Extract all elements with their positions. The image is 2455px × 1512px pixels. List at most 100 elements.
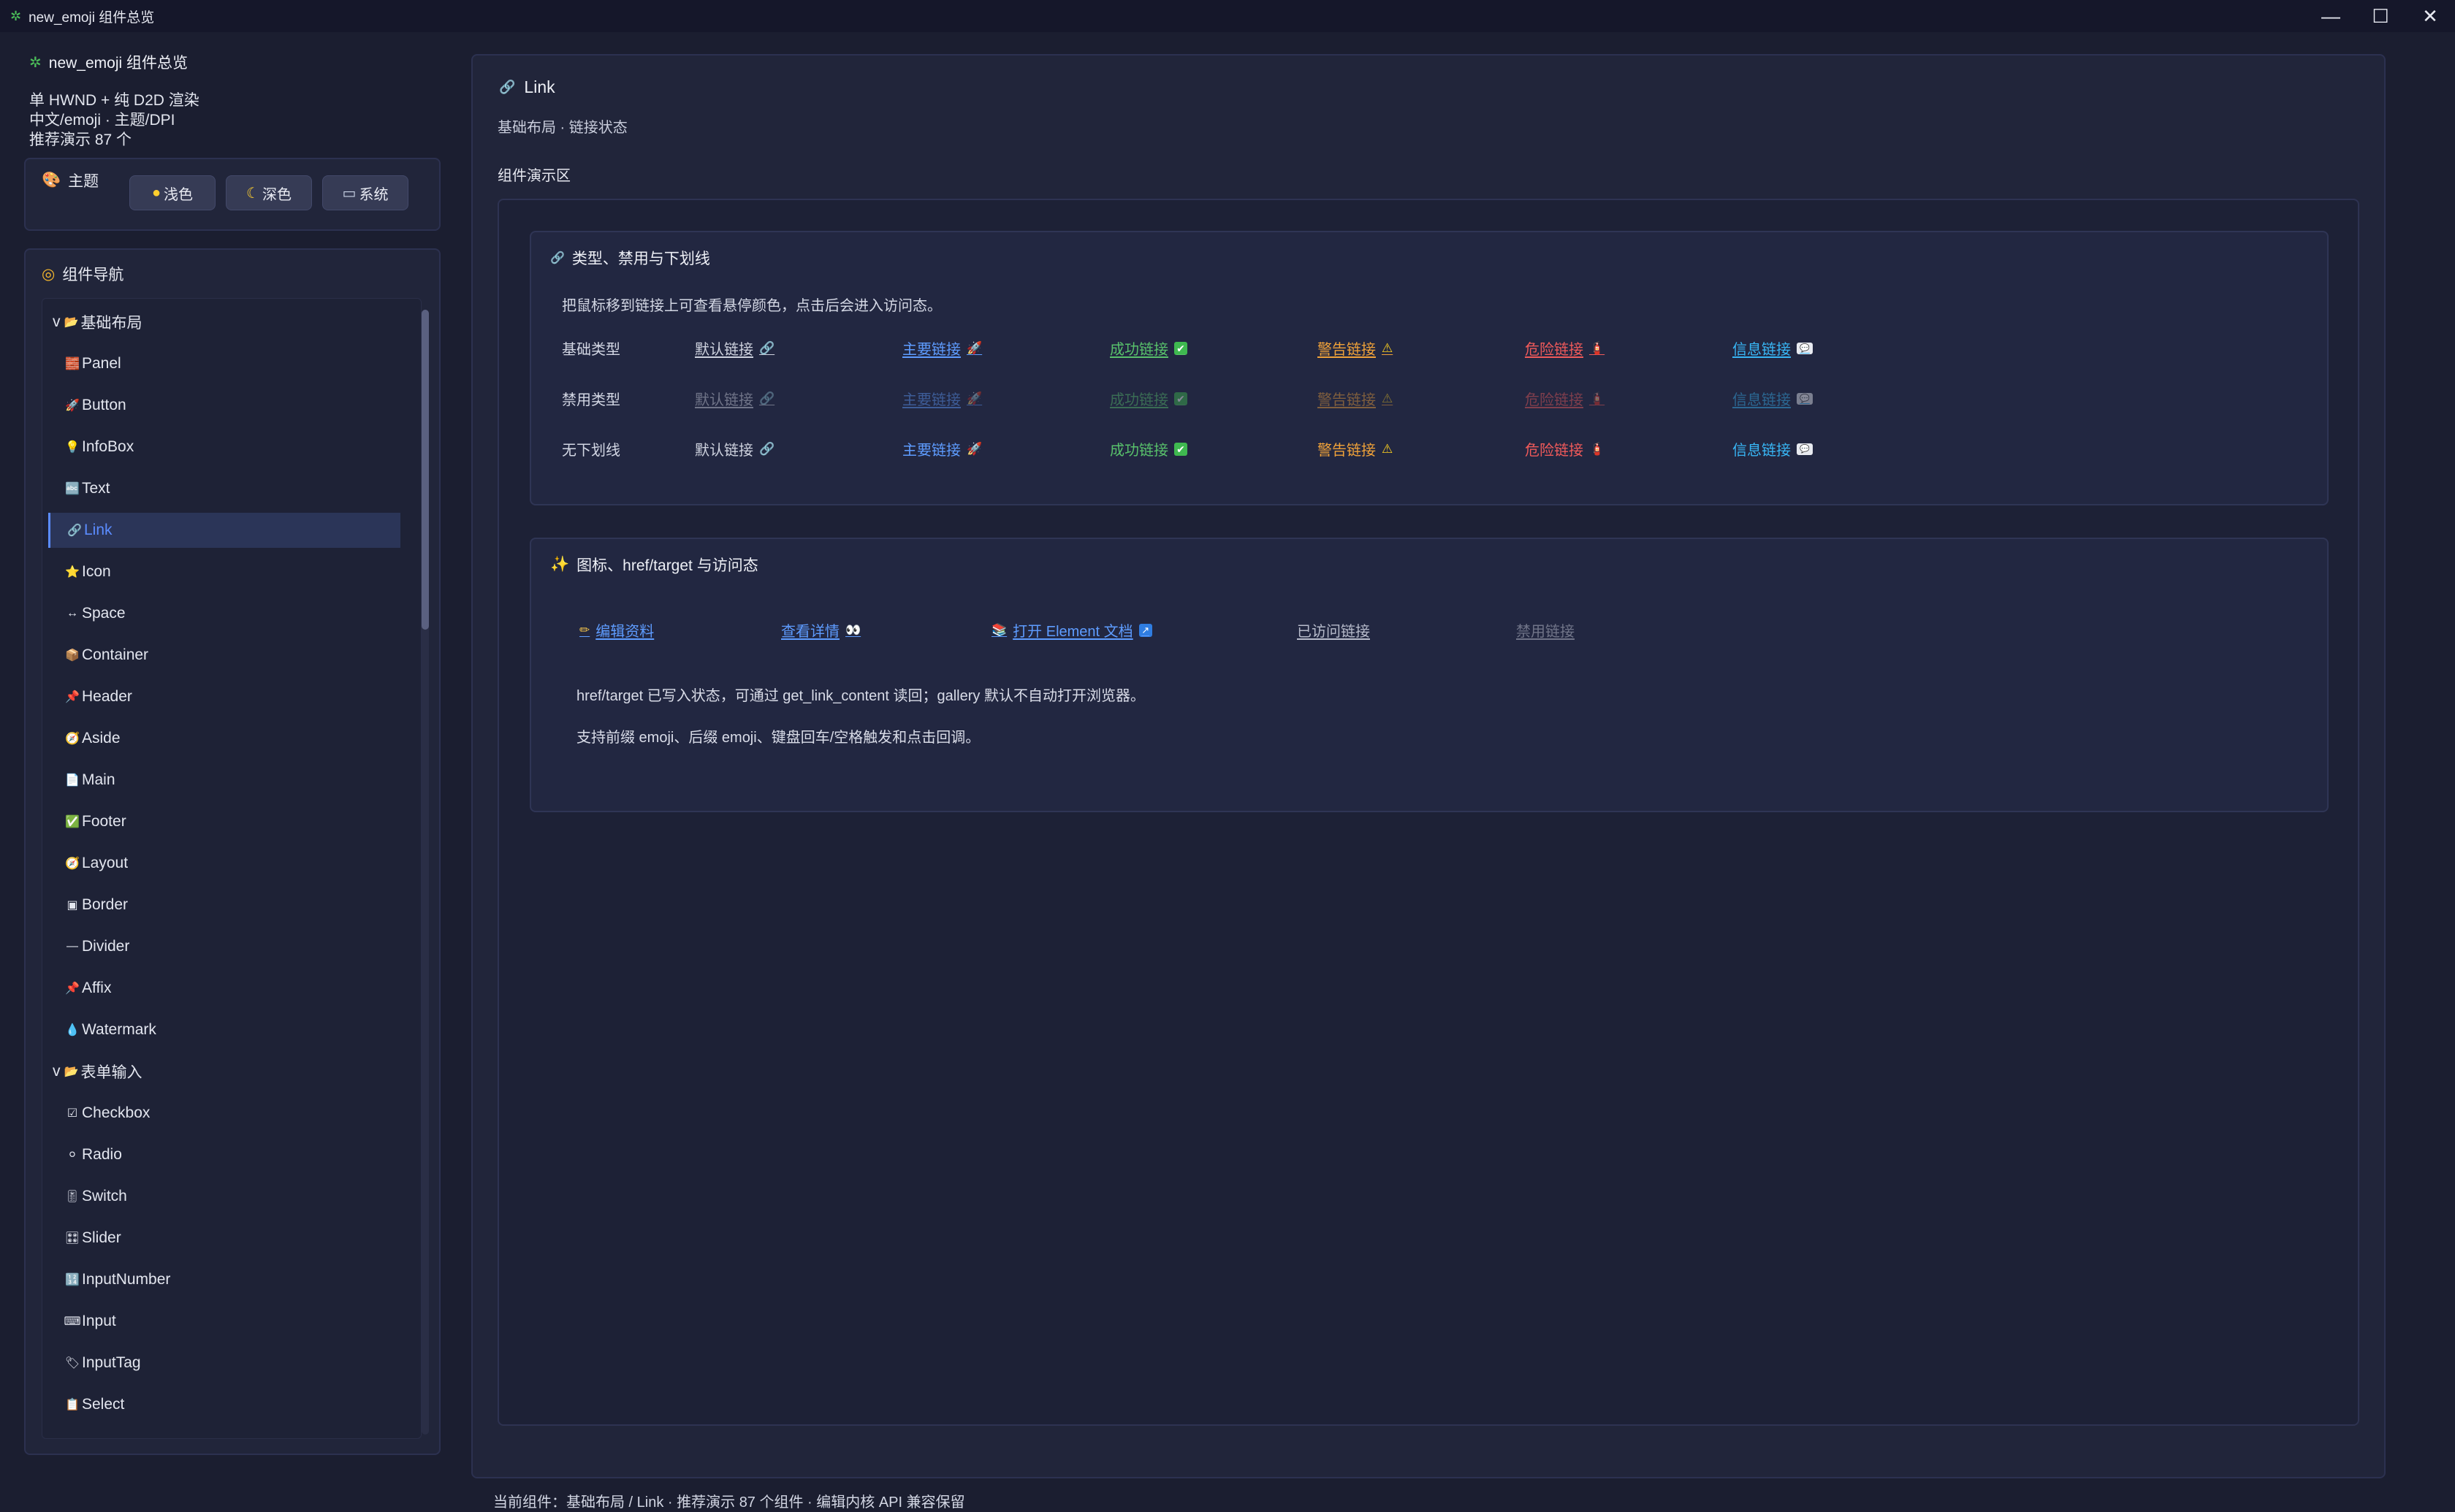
nav-item-inputnumber[interactable]: 🔢 InputNumber (48, 1262, 400, 1297)
info-line: 中文/emoji · 主题/DPI (29, 112, 175, 129)
row-label: 基础类型 (562, 342, 620, 358)
nav-item-button[interactable]: 🚀 Button (48, 388, 400, 423)
nav-item-label: Main (82, 771, 115, 788)
default-link[interactable]: 默认链接 🔗 (695, 337, 774, 359)
nav-item-text[interactable]: 🔤 Text (48, 471, 400, 506)
info-line: 单 HWND + 纯 D2D 渲染 (29, 92, 199, 109)
nav-item-input[interactable]: ⌨ Input (48, 1304, 400, 1339)
danger-link[interactable]: 危险链接 🧯 (1525, 438, 1605, 459)
rocket-icon: 🚀 (967, 441, 983, 456)
info-link: 信息链接 💬 (1732, 388, 1813, 409)
link-label: 成功链接 (1110, 342, 1168, 358)
nav-item-label: Icon (82, 563, 111, 580)
warning-link[interactable]: 警告链接 ⚠ (1317, 438, 1393, 459)
nav-item-affix[interactable]: 📌 Affix (48, 971, 400, 1006)
rocket-icon: 🚀 (967, 391, 983, 405)
link-icon: 🔗 (759, 441, 775, 456)
theme-dark-button[interactable]: ☾ 深色 (226, 175, 312, 210)
edit-profile-link[interactable]: ✏ 编辑资料 (579, 619, 654, 641)
default-link[interactable]: 默认链接 🔗 (695, 438, 774, 459)
component-icon: ↔ (66, 607, 78, 619)
check-icon: ✔ (1174, 341, 1187, 355)
status-bar: 当前组件：基础布局 / Link · 推荐演示 87 个组件 · 编辑内核 AP… (493, 1494, 965, 1511)
danger-link[interactable]: 危险链接 🧯 (1525, 337, 1605, 359)
nav-item-aside[interactable]: 🧭 Aside (48, 721, 400, 756)
nav-item-label: Aside (82, 730, 121, 747)
chevron-down-icon[interactable]: v (53, 1063, 61, 1080)
nav-scrollbar[interactable] (422, 310, 429, 1435)
maximize-icon[interactable]: ☐ (2356, 0, 2405, 32)
app-icon: ✲ (10, 8, 22, 23)
theme-system-button[interactable]: ▭ 系统 (322, 175, 408, 210)
nav-item-select[interactable]: 📋 Select (48, 1387, 400, 1422)
nav-item-label: InputTag (82, 1354, 141, 1371)
nav-item-radio[interactable]: ⚪ Radio (48, 1137, 400, 1172)
nav-item-label: Checkbox (82, 1104, 151, 1121)
theme-light-button[interactable]: ● 浅色 (129, 175, 216, 210)
nav-item-label: Space (82, 605, 126, 622)
nav-tree[interactable]: v 📂 基础布局 🧱 Panel 🚀 Button 💡 InfoBox 🔤 Text 🔗 Link ⭐ Ic… (42, 298, 422, 1439)
link-icon: 🔗 (759, 340, 775, 355)
speech-bubble-icon: 💬 (1797, 443, 1813, 455)
nav-item-space[interactable]: ↔ Space (48, 596, 400, 631)
open-docs-link[interactable]: 📚 打开 Element 文档 ↗ (991, 619, 1152, 641)
minimize-icon[interactable]: — (2306, 0, 2356, 32)
chevron-down-icon[interactable]: v (53, 313, 61, 331)
primary-link: 主要链接 🚀 (902, 388, 982, 409)
scrollbar-thumb[interactable] (422, 310, 429, 630)
nav-item-label: Footer (82, 813, 126, 830)
nav-item-label: Watermark (82, 1021, 156, 1038)
warning-link[interactable]: 警告链接 ⚠ (1317, 337, 1393, 359)
nav-item-checkbox[interactable]: ☑ Checkbox (48, 1096, 400, 1131)
nav-item-panel[interactable]: 🧱 Panel (48, 346, 400, 381)
nav-item-icon[interactable]: ⭐ Icon (48, 554, 400, 589)
nav-item-基础布局[interactable]: v 📂 基础布局 (48, 305, 400, 340)
info-link[interactable]: 信息链接 💬 (1732, 438, 1813, 459)
component-icon: 📌 (65, 691, 80, 703)
nav-label: ◎ 组件导航 (42, 265, 124, 284)
component-icon: 🧭 (65, 858, 80, 870)
nav-item-label: Divider (82, 938, 130, 955)
nav-item-inputtag[interactable]: 🏷 InputTag (48, 1345, 400, 1381)
nav-item-label: Layout (82, 855, 129, 871)
nav-item-slider[interactable]: 🎛 Slider (48, 1221, 400, 1256)
component-icon: ▣ (66, 899, 78, 912)
success-link[interactable]: 成功链接 ✔ (1110, 438, 1187, 459)
link-label: 主要链接 (902, 342, 961, 358)
nav-item-label: Select (82, 1396, 125, 1413)
danger-link: 危险链接 🧯 (1525, 388, 1605, 409)
success-link[interactable]: 成功链接 ✔ (1110, 337, 1187, 359)
nav-item-main[interactable]: 📄 Main (48, 763, 400, 798)
component-icon: ⚪ (67, 1149, 77, 1161)
info-link[interactable]: 信息链接 💬 (1732, 337, 1813, 359)
component-icon: 🔤 (65, 483, 80, 495)
link-label: 主要链接 (902, 392, 961, 408)
nav-item-header[interactable]: 📌 Header (48, 679, 400, 714)
check-icon: ✔ (1174, 392, 1187, 405)
nav-item-divider[interactable]: — Divider (48, 929, 400, 964)
link-icon: 🔗 (499, 80, 516, 94)
nav-item-label: 表单输入 (80, 1064, 142, 1081)
sidebar-info: 单 HWND + 纯 D2D 渲染 中文/emoji · 主题/DPI 推荐演示… (29, 91, 199, 150)
close-icon[interactable]: ✕ (2405, 0, 2455, 32)
nav-item-label: Slider (82, 1229, 121, 1246)
nav-item-layout[interactable]: 🧭 Layout (48, 846, 400, 881)
view-details-link[interactable]: 查看详情 👀 (781, 619, 861, 641)
nav-item-label: Input (82, 1313, 116, 1329)
nav-item-link[interactable]: 🔗 Link (48, 513, 400, 548)
nav-item-switch[interactable]: 🎚 Switch (48, 1179, 400, 1214)
component-icon: — (66, 940, 78, 952)
nav-item-表单输入[interactable]: v 📂 表单输入 (48, 1054, 400, 1089)
nav-item-footer[interactable]: ✅ Footer (48, 804, 400, 839)
primary-link[interactable]: 主要链接 🚀 (902, 438, 982, 459)
nav-item-infobox[interactable]: 💡 InfoBox (48, 429, 400, 465)
nav-item-container[interactable]: 📦 Container (48, 638, 400, 673)
section-icons: ✨ 图标、href/target 与访问态 ✏ 编辑资料 查看详情 👀 📚 打开… (530, 538, 2329, 812)
primary-link[interactable]: 主要链接 🚀 (902, 337, 982, 359)
nav-item-label: Link (84, 522, 113, 538)
nav-item-watermark[interactable]: 💧 Watermark (48, 1012, 400, 1047)
nav-card: ◎ 组件导航 v 📂 基础布局 🧱 Panel 🚀 Button 💡 InfoBox 🔤 Text 🔗… (24, 248, 441, 1455)
visited-link[interactable]: 已访问链接 (1297, 619, 1370, 641)
nav-item-label: InfoBox (82, 438, 134, 455)
nav-item-border[interactable]: ▣ Border (48, 887, 400, 923)
